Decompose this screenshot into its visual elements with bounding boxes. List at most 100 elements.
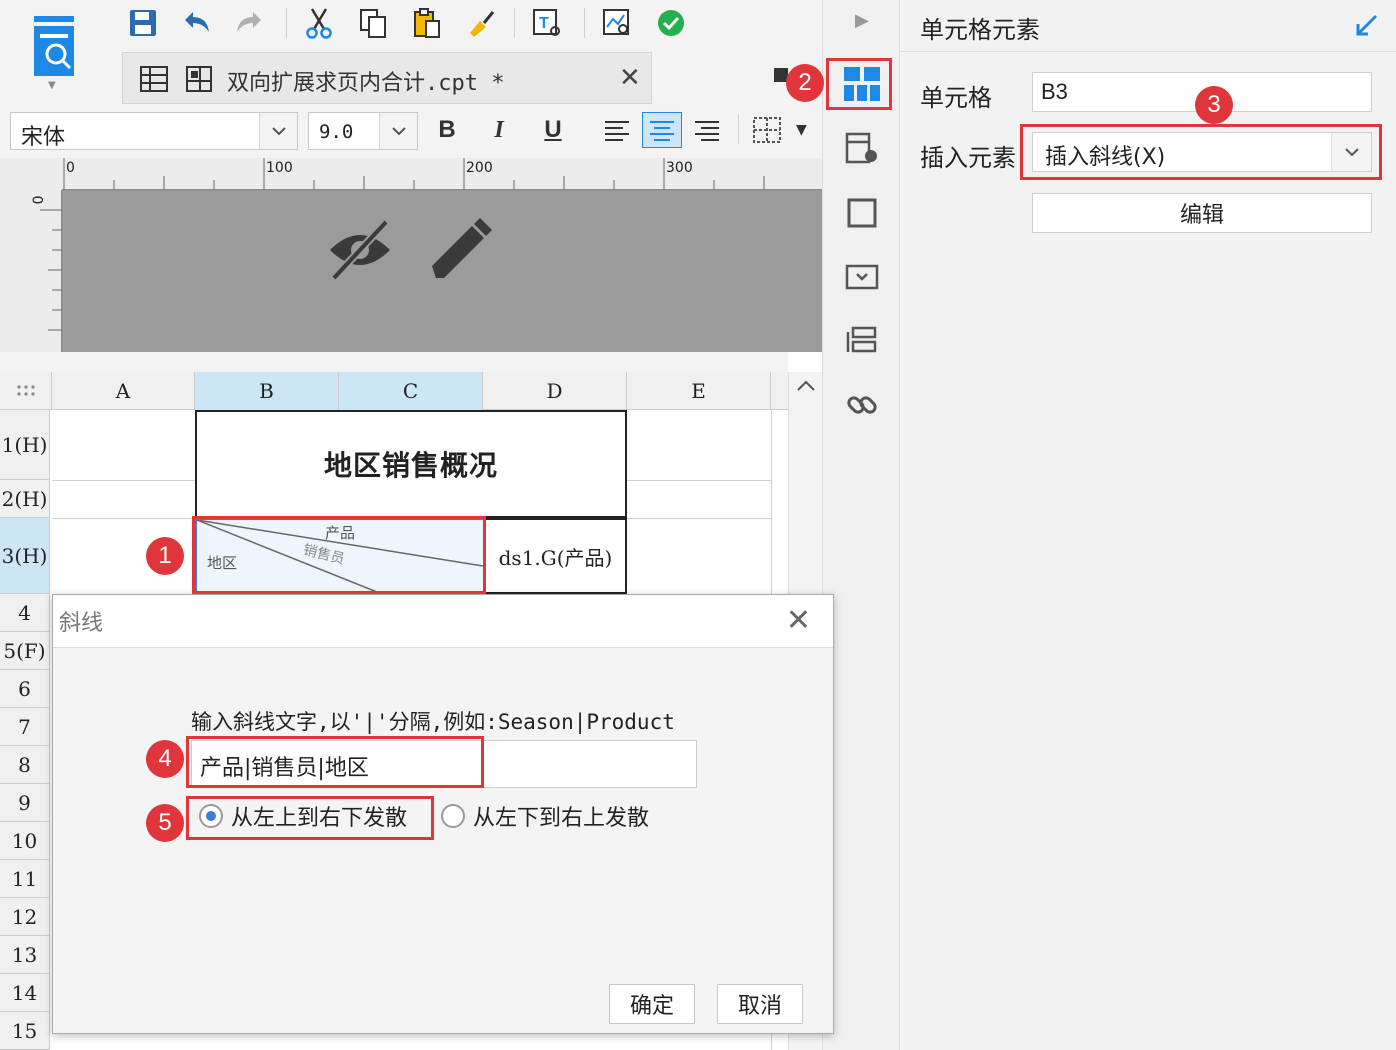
align-center-icon[interactable] bbox=[642, 112, 682, 148]
insert-element-select[interactable]: 插入斜线(X) bbox=[1032, 132, 1372, 172]
row-header[interactable]: 15 bbox=[0, 1012, 50, 1050]
hyperlink-icon[interactable] bbox=[843, 386, 881, 424]
collapse-arrow-icon[interactable]: ▶ bbox=[855, 10, 869, 31]
font-size-select[interactable]: 9.0 bbox=[308, 112, 418, 150]
pin-icon[interactable] bbox=[1354, 12, 1380, 42]
widget-icon[interactable] bbox=[843, 258, 881, 296]
column-header[interactable]: A bbox=[52, 372, 195, 410]
paste-icon[interactable] bbox=[410, 6, 444, 40]
d3-cell-text: ds1.G(产品) bbox=[498, 545, 613, 570]
border-icon[interactable] bbox=[750, 112, 784, 148]
diagonal-text-value: 产品|销售员|地区 bbox=[200, 756, 369, 781]
step-badge: 1 bbox=[146, 537, 184, 575]
row-header[interactable]: 9 bbox=[0, 784, 50, 822]
radio-bottom-left-to-top-right[interactable] bbox=[441, 804, 465, 828]
row-header[interactable]: 12 bbox=[0, 898, 50, 936]
row-header[interactable]: 5(F) bbox=[0, 632, 50, 670]
column-header[interactable]: D bbox=[483, 372, 627, 410]
font-family-value: 宋体 bbox=[21, 125, 66, 150]
column-header[interactable]: E bbox=[627, 372, 771, 410]
title-cell-text: 地区销售概况 bbox=[323, 449, 498, 482]
template-dropdown-icon[interactable]: ▼ bbox=[48, 80, 56, 91]
select-all-icon[interactable] bbox=[0, 372, 52, 410]
row-header[interactable]: 4 bbox=[0, 594, 50, 632]
check-icon[interactable] bbox=[654, 6, 688, 40]
ruler-tick-label: 0 bbox=[66, 160, 75, 176]
underline-button[interactable]: U bbox=[536, 112, 570, 148]
step-badge: 2 bbox=[786, 64, 824, 102]
cell-element-panel: 单元格元素 单元格 B3 插入元素 插入斜线(X) 编辑 bbox=[900, 0, 1396, 1050]
edit-button[interactable]: 编辑 bbox=[1032, 193, 1372, 233]
diagonal-header-cell[interactable]: 产品 销售员 地区 bbox=[195, 518, 485, 594]
cancel-button-label: 取消 bbox=[737, 994, 782, 1019]
redo-icon[interactable] bbox=[232, 6, 266, 40]
font-size-value: 9.0 bbox=[319, 121, 354, 143]
step-badge: 3 bbox=[1195, 86, 1233, 124]
align-left-icon[interactable] bbox=[600, 112, 634, 148]
row-header[interactable]: 10 bbox=[0, 822, 50, 860]
cell-name-value: B3 bbox=[1041, 79, 1068, 104]
d3-cell[interactable]: ds1.G(产品) bbox=[485, 518, 627, 594]
radio-label[interactable]: 从左下到右上发散 bbox=[473, 800, 649, 832]
cell-attribute-icon[interactable] bbox=[843, 130, 881, 168]
chevron-down-icon[interactable] bbox=[259, 113, 297, 149]
font-family-select[interactable]: 宋体 bbox=[10, 112, 298, 150]
cancel-button[interactable]: 取消 bbox=[717, 984, 803, 1024]
row-header[interactable]: 7 bbox=[0, 708, 50, 746]
chevron-down-icon[interactable] bbox=[1331, 133, 1371, 171]
row-header[interactable]: 1(H) bbox=[0, 410, 50, 480]
edit-button-label: 编辑 bbox=[1179, 203, 1224, 228]
close-icon[interactable]: ✕ bbox=[786, 603, 811, 638]
row-header[interactable]: 6 bbox=[0, 670, 50, 708]
preview-chart-icon[interactable] bbox=[600, 6, 634, 40]
tab-title: 双向扩展求页内合计.cpt * bbox=[227, 71, 505, 96]
radio-top-left-to-bottom-right[interactable] bbox=[199, 804, 223, 828]
undo-icon[interactable] bbox=[180, 6, 214, 40]
close-tab-icon[interactable]: ✕ bbox=[619, 63, 641, 93]
bold-button[interactable]: B bbox=[430, 112, 464, 148]
border-dropdown-icon[interactable]: ▼ bbox=[796, 122, 807, 138]
template-icon[interactable] bbox=[28, 12, 80, 84]
ruler-tick-label: 100 bbox=[266, 160, 293, 176]
scroll-up-icon[interactable] bbox=[795, 378, 817, 397]
row-header[interactable]: 14 bbox=[0, 974, 50, 1012]
row-header[interactable]: 13 bbox=[0, 936, 50, 974]
chevron-down-icon[interactable] bbox=[379, 113, 417, 149]
file-tab[interactable]: 双向扩展求页内合计.cpt * ✕ bbox=[122, 52, 652, 104]
format-painter-icon[interactable] bbox=[464, 6, 498, 40]
tab-bar: 双向扩展求页内合计.cpt * ✕ bbox=[122, 52, 822, 104]
text-search-icon[interactable]: T bbox=[530, 6, 564, 40]
row-header[interactable]: 3(H) bbox=[0, 518, 50, 594]
row-header[interactable]: 2(H) bbox=[0, 480, 50, 518]
diagonal-text-region: 地区 bbox=[207, 554, 238, 572]
insert-element-label: 插入元素 bbox=[920, 144, 1016, 172]
cell-label: 单元格 bbox=[920, 84, 992, 112]
row-header[interactable]: 8 bbox=[0, 746, 50, 784]
condition-attribute-icon[interactable] bbox=[843, 322, 881, 360]
cell-element-icon[interactable] bbox=[837, 64, 887, 104]
title-cell[interactable]: 地区销售概况 bbox=[195, 410, 627, 518]
diagonal-text-input[interactable]: 产品|销售员|地区 bbox=[191, 740, 697, 788]
diagonal-text-product: 产品 bbox=[325, 524, 356, 542]
svg-text:T: T bbox=[539, 15, 549, 32]
radio-label[interactable]: 从左上到右下发散 bbox=[231, 800, 407, 832]
insert-element-value: 插入斜线(X) bbox=[1045, 145, 1166, 170]
column-header[interactable]: B bbox=[195, 372, 339, 410]
italic-button[interactable]: I bbox=[482, 112, 516, 148]
sheet-area bbox=[0, 352, 788, 372]
cut-icon[interactable] bbox=[302, 6, 336, 40]
hidden-eye-icon[interactable] bbox=[326, 218, 394, 286]
copy-icon[interactable] bbox=[356, 6, 390, 40]
align-right-icon[interactable] bbox=[690, 112, 724, 148]
vertical-ruler: 0 bbox=[0, 190, 62, 352]
step-badge: 4 bbox=[146, 740, 184, 778]
dialog-title: 斜线 bbox=[59, 611, 104, 636]
main-toolbar: ▼ T 双向扩展求页内合计.cpt * ✕ 宋体 9.0 B I U ▼ bbox=[0, 0, 822, 158]
row-header[interactable]: 11 bbox=[0, 860, 50, 898]
column-header[interactable]: C bbox=[339, 372, 483, 410]
cell-style-icon[interactable] bbox=[843, 194, 881, 232]
ok-button[interactable]: 确定 bbox=[609, 984, 695, 1024]
pencil-icon[interactable] bbox=[428, 218, 494, 286]
save-icon[interactable] bbox=[126, 6, 160, 40]
grid-view-icon[interactable] bbox=[139, 65, 169, 97]
